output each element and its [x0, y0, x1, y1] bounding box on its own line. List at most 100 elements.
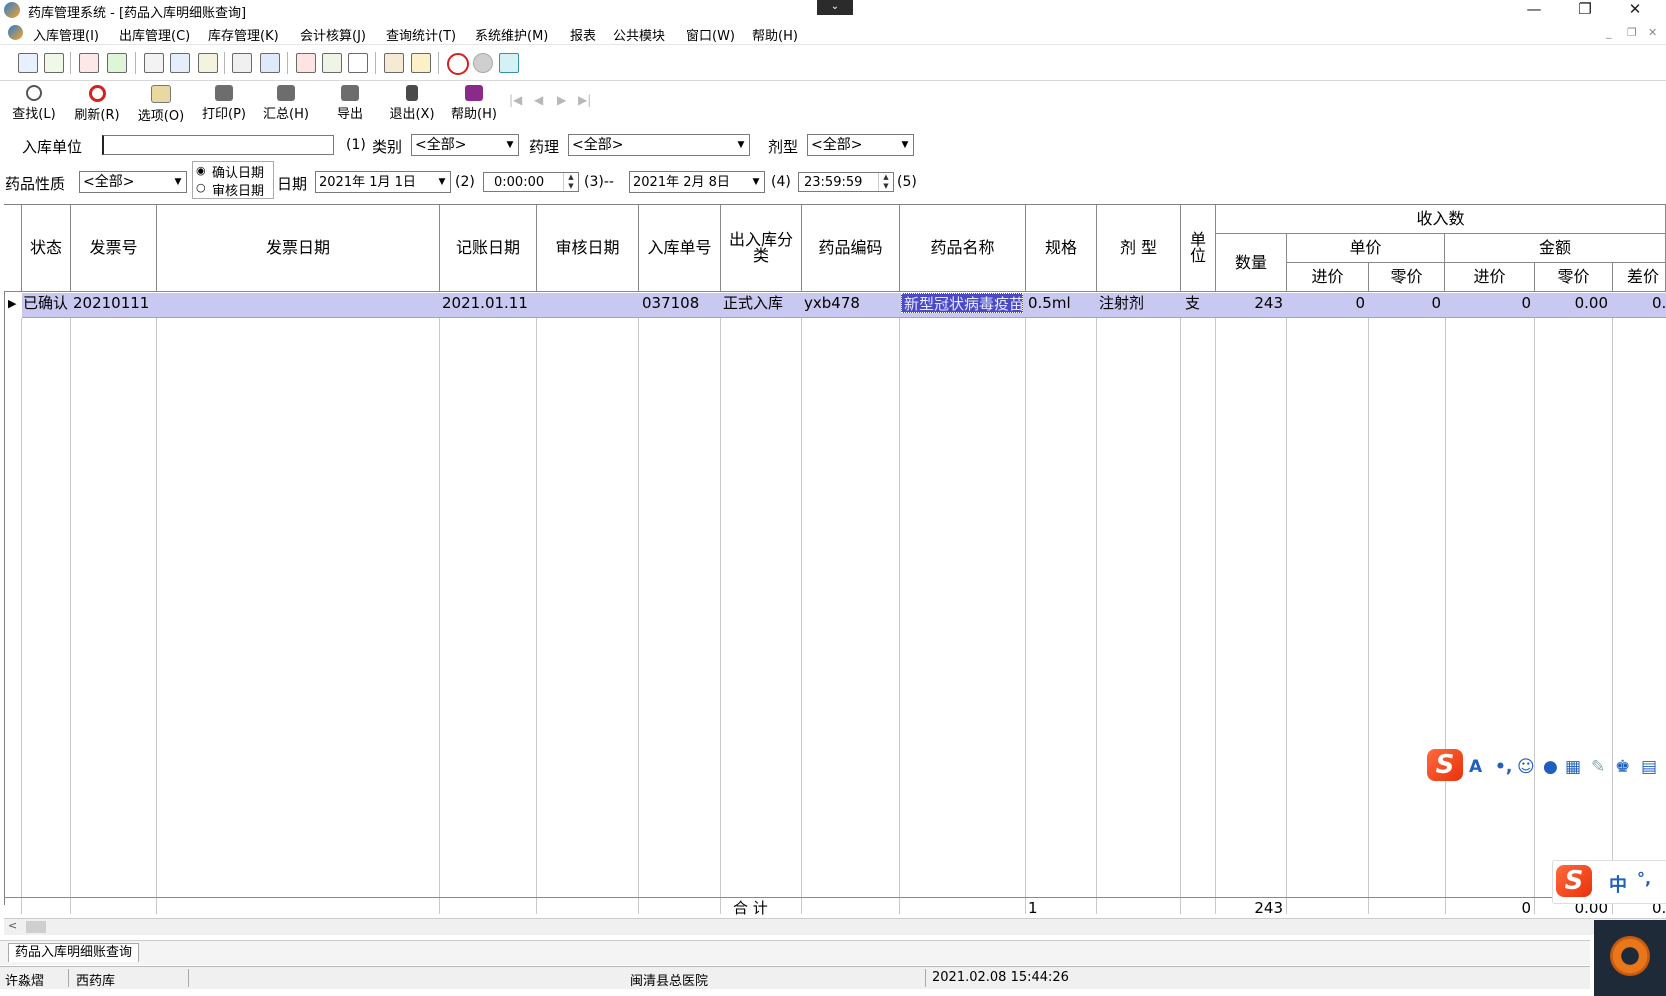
- col-invoice-no[interactable]: 发票号: [71, 205, 157, 292]
- cell-unit[interactable]: 支: [1185, 293, 1213, 313]
- mdi-restore-icon[interactable]: ❐: [1627, 26, 1637, 39]
- cell-amount-retail[interactable]: 0.00: [1536, 293, 1608, 313]
- col-unit-purchase[interactable]: 进价: [1287, 263, 1369, 292]
- find-button[interactable]: 查找(L): [3, 85, 65, 125]
- exit-button[interactable]: 退出(X): [381, 85, 443, 125]
- minimize-button[interactable]: —: [1511, 0, 1557, 20]
- help-button[interactable]: 帮助(H): [443, 85, 505, 125]
- dropdown-arrow-icon[interactable]: ▼: [170, 172, 186, 192]
- col-unit-retail[interactable]: 零价: [1369, 263, 1445, 292]
- col-dosage[interactable]: 剂 型: [1097, 205, 1181, 292]
- menu-inventory[interactable]: 库存管理(K): [208, 25, 279, 44]
- system-tray-gear[interactable]: [1594, 920, 1666, 996]
- cell-drug-name[interactable]: 新型冠状病毒疫苗: [901, 293, 1023, 313]
- menu-query[interactable]: 查询统计(T): [386, 25, 456, 44]
- grid-menu-icon[interactable]: ▤: [1641, 757, 1657, 777]
- cell-unit-retail[interactable]: 0: [1370, 293, 1441, 313]
- restore-button[interactable]: ❐: [1562, 0, 1608, 20]
- property-select[interactable]: <全部> ▼: [79, 171, 187, 193]
- microphone-icon[interactable]: ●: [1543, 757, 1558, 777]
- col-post-date[interactable]: 记账日期: [440, 205, 537, 292]
- menu-outbound[interactable]: 出库管理(C): [119, 25, 190, 44]
- cell-status[interactable]: 已确认: [23, 293, 69, 313]
- table-icon[interactable]: [260, 53, 280, 73]
- col-drug-name[interactable]: 药品名称: [900, 205, 1026, 292]
- disabled-icon[interactable]: [473, 53, 493, 73]
- cell-inbound-no[interactable]: 037108: [642, 293, 718, 313]
- login-icon[interactable]: [18, 53, 38, 73]
- close-button[interactable]: ✕: [1612, 0, 1658, 20]
- warehouse-input[interactable]: [102, 135, 334, 155]
- prev-record-icon[interactable]: ◀: [534, 93, 543, 107]
- skin-icon[interactable]: ♚: [1615, 757, 1630, 777]
- mdi-close-icon[interactable]: ✕: [1648, 26, 1657, 39]
- last-record-icon[interactable]: ▶|: [578, 93, 591, 107]
- monitor-icon[interactable]: [170, 53, 190, 73]
- cell-amount-diff[interactable]: 0.: [1652, 293, 1666, 313]
- mdi-minimize-icon[interactable]: _: [1606, 26, 1612, 39]
- sogou-logo-icon[interactable]: S: [1427, 749, 1463, 781]
- col-audit-date[interactable]: 审核日期: [537, 205, 639, 292]
- chevron-down-icon[interactable]: ⌄: [817, 0, 853, 15]
- col-unit[interactable]: 单位: [1181, 205, 1216, 292]
- cell-unit-purchase[interactable]: 0: [1288, 293, 1365, 313]
- cell-qty[interactable]: 243: [1217, 293, 1283, 313]
- options-button[interactable]: 选项(O): [130, 85, 192, 125]
- menu-common[interactable]: 公共模块: [613, 25, 665, 44]
- menu-reports[interactable]: 报表: [570, 25, 596, 44]
- menu-system[interactable]: 系统维护(M): [475, 25, 548, 44]
- ime-language-indicator[interactable]: 中: [1609, 871, 1627, 897]
- col-amount-retail[interactable]: 零价: [1535, 263, 1613, 292]
- cell-post-date[interactable]: 2021.01.11: [442, 293, 534, 313]
- category-select[interactable]: <全部> ▼: [411, 134, 519, 156]
- cell-amount-purchase[interactable]: 0: [1446, 293, 1531, 313]
- report-icon[interactable]: [296, 53, 316, 73]
- close-window-icon[interactable]: [499, 53, 519, 73]
- document-check-icon[interactable]: [44, 53, 64, 73]
- col-inbound-no[interactable]: 入库单号: [639, 205, 721, 292]
- cell-invoice-no[interactable]: 20210111: [73, 293, 153, 313]
- col-amount-purchase[interactable]: 进价: [1445, 263, 1535, 292]
- cell-dosage[interactable]: 注射剂: [1099, 293, 1179, 313]
- col-amount-diff[interactable]: 差价: [1613, 263, 1666, 292]
- tab-inbound-detail[interactable]: 药品入库明细账查询: [8, 943, 140, 962]
- dosage-select[interactable]: <全部> ▼: [807, 134, 914, 156]
- cell-drug-code[interactable]: yxb478: [804, 293, 898, 313]
- next-record-icon[interactable]: ▶: [557, 93, 566, 107]
- dropdown-arrow-icon[interactable]: ▼: [733, 135, 749, 155]
- dropdown-arrow-icon[interactable]: ▼: [434, 172, 450, 192]
- thermometer-icon[interactable]: [411, 53, 431, 73]
- col-io-type[interactable]: 出入库分类: [721, 205, 802, 292]
- ime-punct-indicator[interactable]: °,: [1637, 869, 1651, 888]
- book-icon[interactable]: [79, 53, 99, 73]
- menu-inbound[interactable]: 入库管理(I): [33, 25, 99, 44]
- col-status[interactable]: 状态: [22, 205, 71, 292]
- radio-audit-date[interactable]: ○: [196, 181, 206, 194]
- col-invoice-date[interactable]: 发票日期: [157, 205, 440, 292]
- refresh-button[interactable]: 刷新(R): [66, 85, 128, 125]
- horizontal-scrollbar[interactable]: <: [4, 918, 1666, 935]
- cell-io-type[interactable]: 正式入库: [723, 293, 799, 313]
- first-record-icon[interactable]: |◀: [509, 93, 522, 107]
- date-to-picker[interactable]: 2021年 2月 8日 ▼: [629, 171, 765, 193]
- col-spec[interactable]: 规格: [1026, 205, 1097, 292]
- cell-invoice-date[interactable]: [159, 293, 437, 313]
- copy-icon[interactable]: [232, 53, 252, 73]
- spinner-icon[interactable]: ▲ ▼: [563, 173, 578, 191]
- scroll-left-icon[interactable]: <: [8, 919, 17, 932]
- menu-help[interactable]: 帮助(H): [752, 25, 798, 44]
- emoji-icon[interactable]: ☺: [1517, 757, 1535, 777]
- sogou-logo-icon[interactable]: S: [1556, 865, 1592, 897]
- dropdown-arrow-icon[interactable]: ▼: [897, 135, 913, 155]
- calculator-icon[interactable]: [198, 53, 218, 73]
- dropdown-arrow-icon[interactable]: ▼: [502, 135, 518, 155]
- dropdown-arrow-icon[interactable]: ▼: [748, 172, 764, 192]
- col-drug-code[interactable]: 药品编码: [802, 205, 900, 292]
- cell-spec[interactable]: 0.5ml: [1028, 293, 1094, 313]
- clipboard-icon[interactable]: [144, 53, 164, 73]
- radio-confirm-date[interactable]: ◉: [196, 164, 206, 177]
- punctuation-icon[interactable]: •,: [1495, 757, 1512, 777]
- summary-button[interactable]: 汇总(H): [255, 85, 317, 125]
- menu-accounting[interactable]: 会计核算(J): [300, 25, 366, 44]
- time-from-input[interactable]: 0:00:00 ▲ ▼: [483, 172, 579, 192]
